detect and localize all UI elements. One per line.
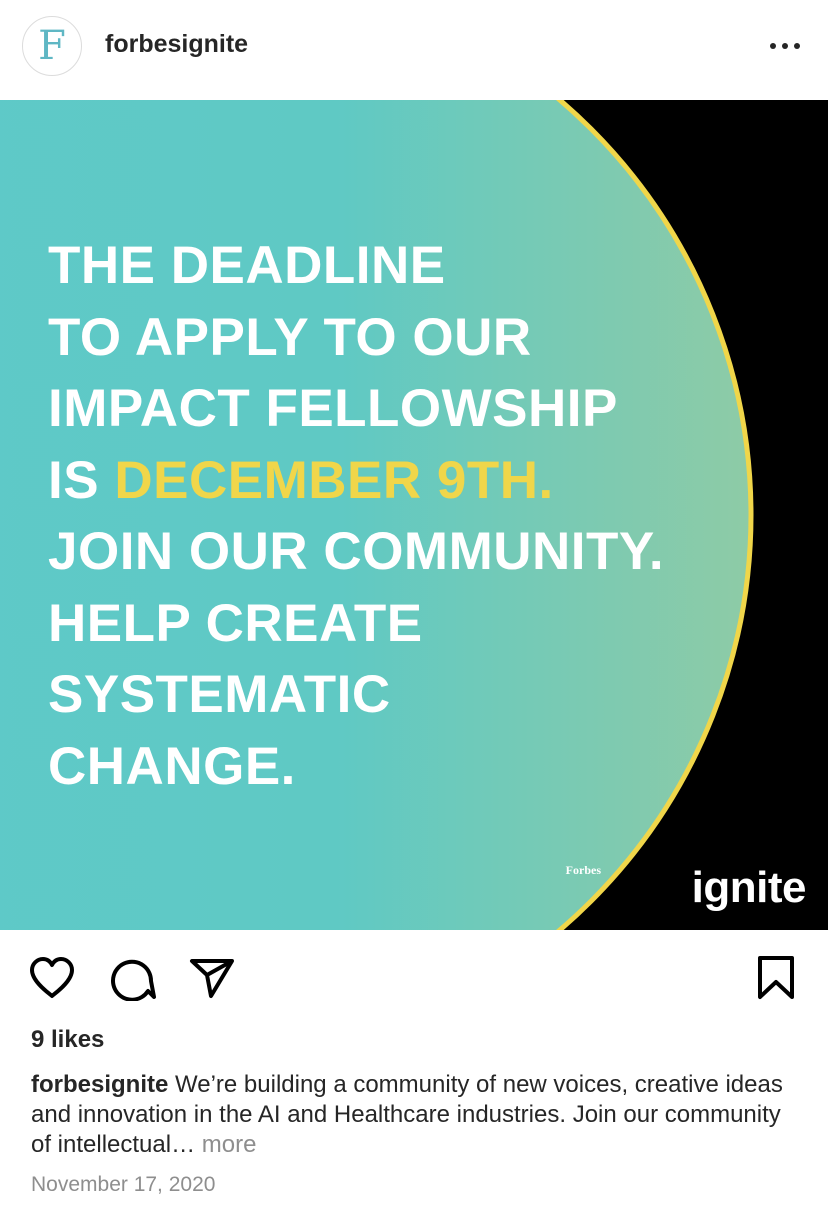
brand-logo: Forbes ignite: [566, 858, 807, 918]
headline-line: SYSTEMATIC: [48, 665, 391, 724]
headline-line: TO APPLY TO OUR: [48, 307, 532, 367]
headline: THE DEADLINE TO APPLY TO OUR IMPACT FELL…: [48, 230, 664, 802]
deadline-date: DECEMBER 9TH.: [114, 450, 554, 510]
caption-more-link[interactable]: more: [195, 1131, 257, 1158]
post-header: F forbesignite: [0, 0, 828, 100]
brand-small: Forbes: [565, 863, 601, 877]
comment-icon[interactable]: [108, 955, 156, 1001]
bookmark-icon[interactable]: [756, 955, 796, 1001]
more-options-icon[interactable]: [768, 34, 802, 58]
headline-line: CHANGE.: [48, 736, 296, 796]
headline-line: JOIN OUR COMMUNITY.: [48, 522, 665, 581]
caption: forbesignite We’re building a community …: [31, 1070, 791, 1160]
headline-line-highlight: IS DECEMBER 9TH.: [48, 445, 664, 517]
heart-icon[interactable]: [28, 956, 76, 1000]
headline-line: HELP CREATE: [48, 593, 423, 653]
username[interactable]: forbesignite: [105, 30, 248, 59]
send-icon[interactable]: [188, 956, 236, 1000]
post-date: November 17, 2020: [31, 1173, 216, 1196]
avatar-letter: F: [38, 23, 66, 69]
caption-username[interactable]: forbesignite: [31, 1071, 168, 1098]
avatar[interactable]: F: [22, 16, 82, 76]
action-bar: [0, 930, 828, 1030]
headline-line: IMPACT FELLOWSHIP: [48, 379, 618, 438]
headline-line: THE DEADLINE: [48, 236, 446, 295]
post-image[interactable]: THE DEADLINE TO APPLY TO OUR IMPACT FELL…: [0, 100, 828, 930]
brand-big: ignite: [691, 863, 807, 912]
headline-prefix: IS: [48, 450, 115, 510]
likes-count[interactable]: 9 likes: [31, 1026, 104, 1054]
